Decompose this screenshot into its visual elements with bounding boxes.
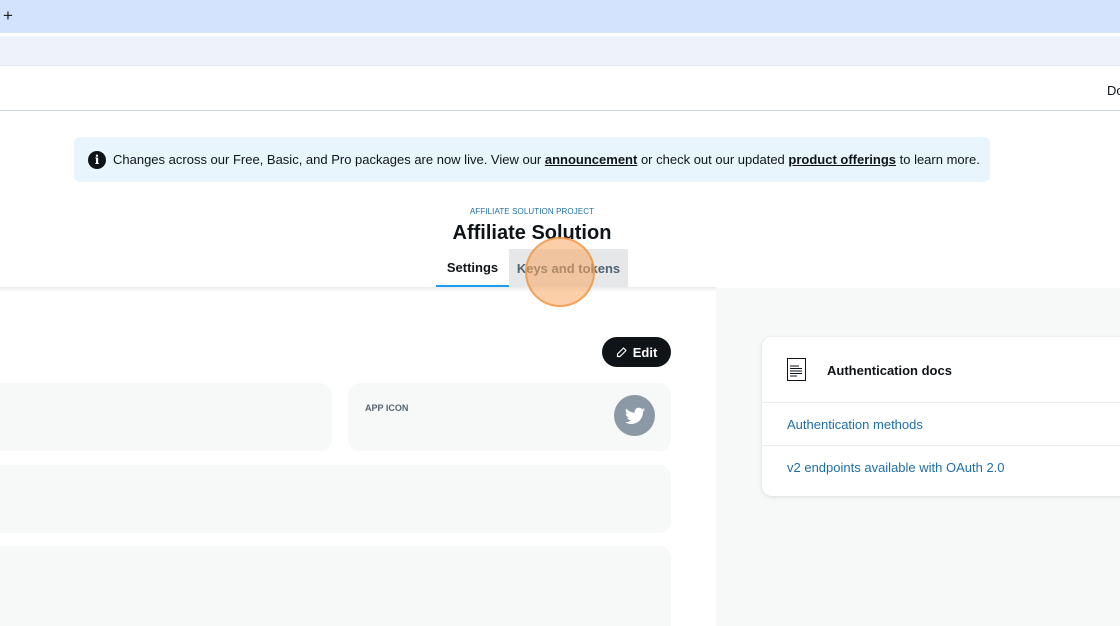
tabs-divider (0, 287, 716, 292)
app-icon-card: APP ICON (348, 383, 671, 451)
project-eyebrow: AFFILIATE SOLUTION PROJECT (469, 207, 595, 216)
tab-keys-and-tokens[interactable]: Keys and tokens (509, 249, 628, 288)
settings-card (0, 383, 332, 451)
app-avatar[interactable] (614, 395, 655, 436)
docs-panel-title: Authentication docs (827, 363, 952, 378)
banner-text-middle: or check out our updated (637, 152, 789, 167)
authentication-methods-link[interactable]: Authentication methods (787, 417, 923, 432)
banner-text-after: to learn more. (896, 152, 980, 167)
tab-settings[interactable]: Settings (436, 249, 509, 288)
page: + Do i Changes across our Free, Basic, a… (0, 0, 1120, 626)
docs-divider (762, 445, 1120, 446)
header-docs-link[interactable]: Do (1107, 83, 1120, 98)
v2-endpoints-oauth-link[interactable]: v2 endpoints available with OAuth 2.0 (787, 460, 1005, 475)
twitter-bird-icon (624, 407, 645, 424)
browser-toolbar (0, 36, 1120, 65)
announcement-link[interactable]: announcement (545, 152, 637, 167)
document-icon (787, 358, 806, 381)
edit-button-label: Edit (632, 344, 658, 360)
settings-card (0, 465, 671, 533)
site-header: Do (0, 70, 1120, 111)
pencil-icon (616, 347, 627, 358)
tab-bar: Settings Keys and tokens (436, 249, 628, 288)
new-tab-button[interactable]: + (0, 6, 16, 26)
info-icon: i (88, 150, 106, 169)
settings-card (0, 546, 671, 626)
banner-text: Changes across our Free, Basic, and Pro … (113, 152, 980, 167)
page-title: Affiliate Solution (452, 222, 612, 244)
app-icon-label: APP ICON (365, 403, 409, 413)
docs-panel-header: Authentication docs (762, 337, 1120, 403)
product-offerings-link[interactable]: product offerings (788, 152, 896, 167)
authentication-docs-panel: Authentication docs Authentication metho… (762, 337, 1120, 496)
browser-tab-strip: + (0, 0, 1120, 33)
edit-button[interactable]: Edit (602, 337, 671, 367)
announcement-banner: i Changes across our Free, Basic, and Pr… (74, 137, 990, 182)
banner-text-before: Changes across our Free, Basic, and Pro … (113, 152, 545, 167)
